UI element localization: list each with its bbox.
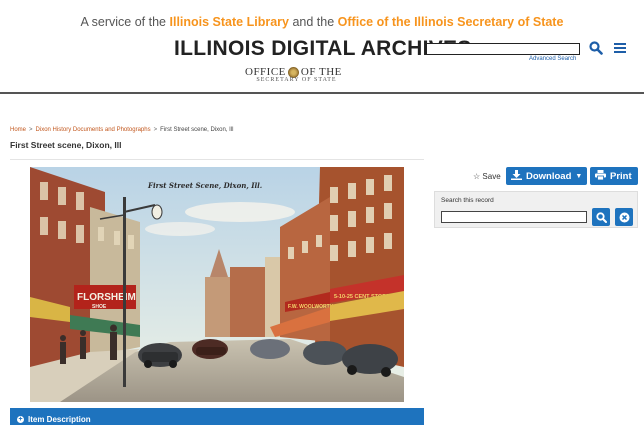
secretary-of-state-link[interactable]: Office of the Illinois Secretary of Stat… (338, 15, 564, 29)
advanced-search-link[interactable]: Advanced Search (529, 56, 576, 62)
image-caption: First Street Scene, Dixon, Ill. (147, 181, 262, 190)
tagline-mid: and the (292, 15, 335, 29)
search-record-label: Search this record (441, 197, 494, 204)
download-label: Download (526, 170, 572, 182)
breadcrumb-home[interactable]: Home (10, 127, 26, 133)
print-icon (595, 169, 606, 183)
star-icon: ☆ (473, 172, 481, 181)
plus-circle-icon: + (17, 415, 24, 423)
clear-circle-icon (619, 212, 629, 222)
save-button[interactable]: ☆ Save (473, 172, 501, 181)
print-label: Print (610, 170, 632, 182)
download-icon (511, 169, 522, 183)
item-description-label: Item Description (28, 414, 91, 424)
tagline: A service of the Illinois State Library … (0, 15, 644, 29)
breadcrumb-collection[interactable]: Dixon History Documents and Photographs (36, 127, 151, 133)
breadcrumb-separator: > (29, 127, 33, 133)
print-button[interactable]: Print (590, 167, 638, 185)
save-label: Save (482, 172, 501, 181)
breadcrumb: Home > Dixon History Documents and Photogr… (10, 127, 233, 133)
logo-secretary-of-state: SECRETARY OF STATE (256, 77, 337, 83)
item-description-toggle[interactable]: + Item Description (10, 408, 424, 425)
tagline-prefix: A service of the (80, 15, 167, 29)
search-icon[interactable] (589, 41, 603, 55)
breadcrumb-separator: > (153, 127, 158, 133)
search-record-panel: Search this record (434, 191, 638, 228)
search-record-submit-button[interactable] (592, 208, 610, 226)
caret-down-icon: ▼ (575, 172, 583, 180)
hamburger-menu-icon[interactable] (613, 41, 627, 55)
header-search-input[interactable] (426, 43, 580, 55)
download-button[interactable]: Download ▼ (506, 167, 587, 185)
shoe-sign: SHOE (92, 304, 107, 310)
record-image[interactable]: F.W. WOOLWORTH CO. 5-10-25 CENT STORE FL… (30, 167, 404, 402)
search-record-input[interactable] (441, 211, 587, 223)
clear-search-button[interactable] (615, 208, 633, 226)
page-title: First Street scene, Dixon, Ill (10, 140, 122, 150)
secretary-of-state-logo[interactable]: OFFICE OF THE SECRETARY OF STATE (245, 66, 355, 88)
title-divider (10, 159, 424, 160)
header-divider (0, 92, 644, 94)
florsheim-sign: FLORSHEIM (77, 292, 136, 303)
state-seal-icon (287, 66, 299, 78)
breadcrumb-current: First Street scene, Dixon, Ill (160, 127, 234, 133)
illinois-state-library-link[interactable]: Illinois State Library (170, 15, 289, 29)
search-icon (595, 211, 607, 223)
